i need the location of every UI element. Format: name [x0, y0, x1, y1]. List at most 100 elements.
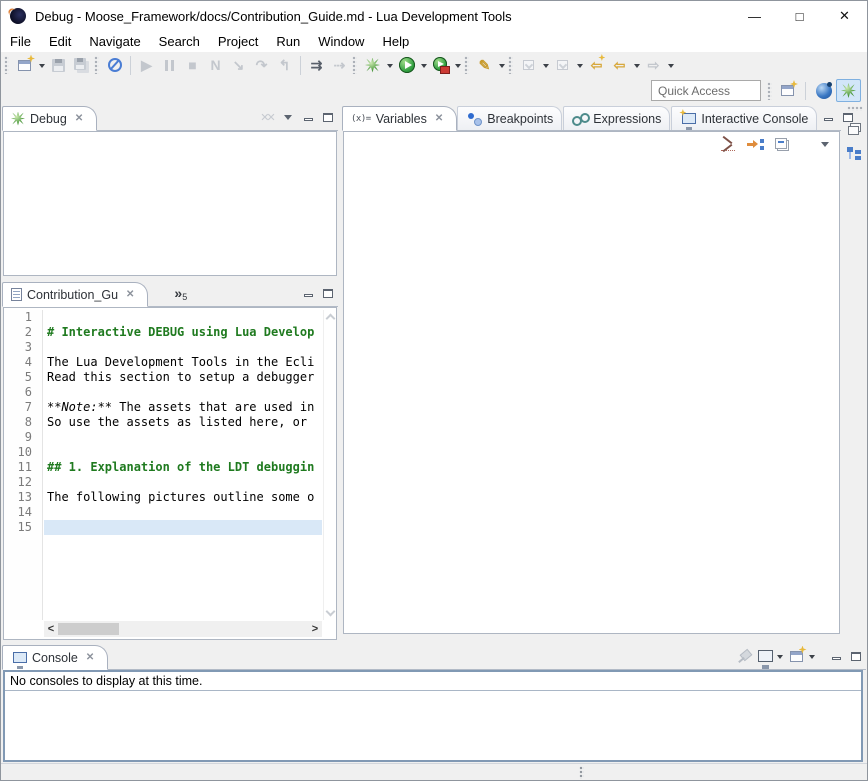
maximize-view-button[interactable] — [318, 107, 338, 127]
open-perspective-button[interactable] — [775, 79, 800, 102]
line-number[interactable]: 11 — [4, 460, 42, 475]
resume-button[interactable]: ▶ — [135, 54, 158, 77]
previous-annotation-button[interactable] — [551, 54, 574, 77]
editor-content[interactable]: 123456789101112131415 # Interactive DEBU… — [3, 307, 337, 640]
maximize-view-button[interactable] — [318, 283, 338, 303]
line-number[interactable]: 8 — [4, 415, 42, 430]
tab-variables[interactable]: (x)=Variables✕ — [342, 106, 457, 131]
line-number[interactable]: 15 — [4, 520, 42, 535]
display-selected-console-button[interactable] — [754, 646, 774, 666]
minimize-view-button[interactable] — [298, 107, 318, 127]
outline-view-button[interactable] — [845, 143, 865, 163]
open-console-dropdown-button[interactable] — [806, 646, 818, 666]
editor-horizontal-scrollbar[interactable]: < > — [44, 621, 322, 637]
code-line[interactable]: The following pictures outline some o — [44, 490, 322, 505]
debug-button[interactable] — [361, 54, 384, 77]
last-edit-location-button[interactable]: ⇦ — [585, 54, 608, 77]
current-code-line[interactable] — [44, 520, 322, 535]
disconnect-button[interactable]: N — [204, 54, 227, 77]
strip-drag-handle[interactable] — [847, 106, 863, 111]
show-logical-structure-button[interactable] — [746, 135, 764, 153]
window-minimize-button[interactable]: — — [732, 1, 777, 31]
back-button[interactable]: ⇦ — [608, 54, 631, 77]
window-maximize-button[interactable]: □ — [777, 1, 822, 31]
show-type-names-button[interactable] — [719, 135, 737, 153]
step-return-button[interactable]: ↰ — [273, 54, 296, 77]
next-annotation-dropdown-button[interactable] — [540, 54, 551, 77]
sash-drag-handle[interactable] — [579, 766, 584, 779]
line-number[interactable]: 14 — [4, 505, 42, 520]
forward-button[interactable]: ⇨ — [642, 54, 665, 77]
scroll-right-arrow[interactable]: > — [308, 623, 322, 635]
step-over-button[interactable]: ↷ — [250, 54, 273, 77]
code-line[interactable]: Read this section to setup a debugger — [44, 370, 322, 385]
pin-console-button[interactable] — [734, 646, 754, 666]
code-line[interactable]: The Lua Development Tools in the Ecli — [44, 355, 322, 370]
maximize-view-button[interactable] — [846, 646, 866, 666]
line-number[interactable]: 3 — [4, 340, 42, 355]
code-line[interactable] — [44, 430, 322, 445]
line-number[interactable]: 1 — [4, 310, 42, 325]
close-icon[interactable]: ✕ — [435, 113, 443, 124]
minimize-view-button[interactable] — [826, 646, 846, 666]
suspend-button[interactable] — [158, 54, 181, 77]
drop-to-frame-button[interactable]: ⇉ — [305, 54, 328, 77]
window-close-button[interactable]: ✕ — [822, 1, 867, 31]
line-number[interactable]: 5 — [4, 370, 42, 385]
menu-window[interactable]: Window — [309, 32, 373, 51]
scrollbar-thumb[interactable] — [58, 623, 119, 635]
line-number-gutter[interactable]: 123456789101112131415 — [4, 310, 43, 620]
code-line[interactable]: So use the assets as listed here, or — [44, 415, 322, 430]
tab-interactive-console[interactable]: Interactive Console — [671, 106, 817, 130]
new-wizard-button[interactable] — [13, 54, 36, 77]
line-number[interactable]: 6 — [4, 385, 42, 400]
display-selected-console-dropdown-button[interactable] — [774, 646, 786, 666]
terminate-button[interactable]: ■ — [181, 54, 204, 77]
next-annotation-button[interactable] — [517, 54, 540, 77]
menu-project[interactable]: Project — [209, 32, 267, 51]
save-all-button[interactable] — [70, 54, 93, 77]
line-number[interactable]: 10 — [4, 445, 42, 460]
view-menu-button[interactable] — [816, 135, 834, 153]
tab-breakpoints[interactable]: Breakpoints — [457, 106, 562, 130]
code-line[interactable] — [44, 310, 322, 325]
view-menu-button[interactable] — [278, 107, 298, 127]
debug-dropdown-button[interactable] — [384, 54, 395, 77]
close-icon[interactable]: ✕ — [126, 289, 134, 300]
tab-debug[interactable]: Debug ✕ — [2, 106, 97, 131]
minimize-view-button[interactable] — [298, 283, 318, 303]
open-console-button[interactable] — [786, 646, 806, 666]
code-line[interactable] — [44, 505, 322, 520]
editor-vertical-scrollbar[interactable] — [323, 310, 336, 620]
previous-annotation-dropdown-button[interactable] — [574, 54, 585, 77]
menu-help[interactable]: Help — [373, 32, 418, 51]
scroll-up-icon[interactable] — [325, 314, 335, 324]
run-button[interactable] — [395, 54, 418, 77]
line-number[interactable]: 2 — [4, 325, 42, 340]
minimize-view-button[interactable] — [818, 107, 838, 127]
forward-dropdown-button[interactable] — [665, 54, 676, 77]
code-line[interactable]: ## 1. Explanation of the LDT debuggin — [44, 460, 322, 475]
code-line[interactable] — [44, 340, 322, 355]
save-button[interactable] — [47, 54, 70, 77]
hidden-editors-indicator[interactable]: »5 — [174, 286, 187, 302]
menu-search[interactable]: Search — [150, 32, 209, 51]
tab-contribution-guide[interactable]: Contribution_Gu ✕ — [2, 282, 148, 307]
back-dropdown-button[interactable] — [631, 54, 642, 77]
line-number[interactable]: 7 — [4, 400, 42, 415]
scroll-down-icon[interactable] — [325, 607, 335, 617]
tab-console[interactable]: Console ✕ — [2, 645, 108, 670]
new-wizard-dropdown-button[interactable] — [36, 54, 47, 77]
line-number[interactable]: 9 — [4, 430, 42, 445]
step-into-button[interactable]: ↘ — [227, 54, 250, 77]
close-icon[interactable]: ✕ — [75, 113, 83, 124]
pen-tool-button[interactable]: ✎ — [473, 54, 496, 77]
run-external-tools-dropdown-button[interactable] — [452, 54, 463, 77]
use-step-filters-button[interactable]: ⇢ — [328, 54, 351, 77]
line-number[interactable]: 13 — [4, 490, 42, 505]
remove-all-terminated-button[interactable]: ✕✕ — [258, 107, 278, 127]
close-icon[interactable]: ✕ — [86, 652, 94, 663]
lua-perspective-button[interactable] — [811, 79, 836, 102]
menu-navigate[interactable]: Navigate — [80, 32, 149, 51]
code-line[interactable] — [44, 385, 322, 400]
